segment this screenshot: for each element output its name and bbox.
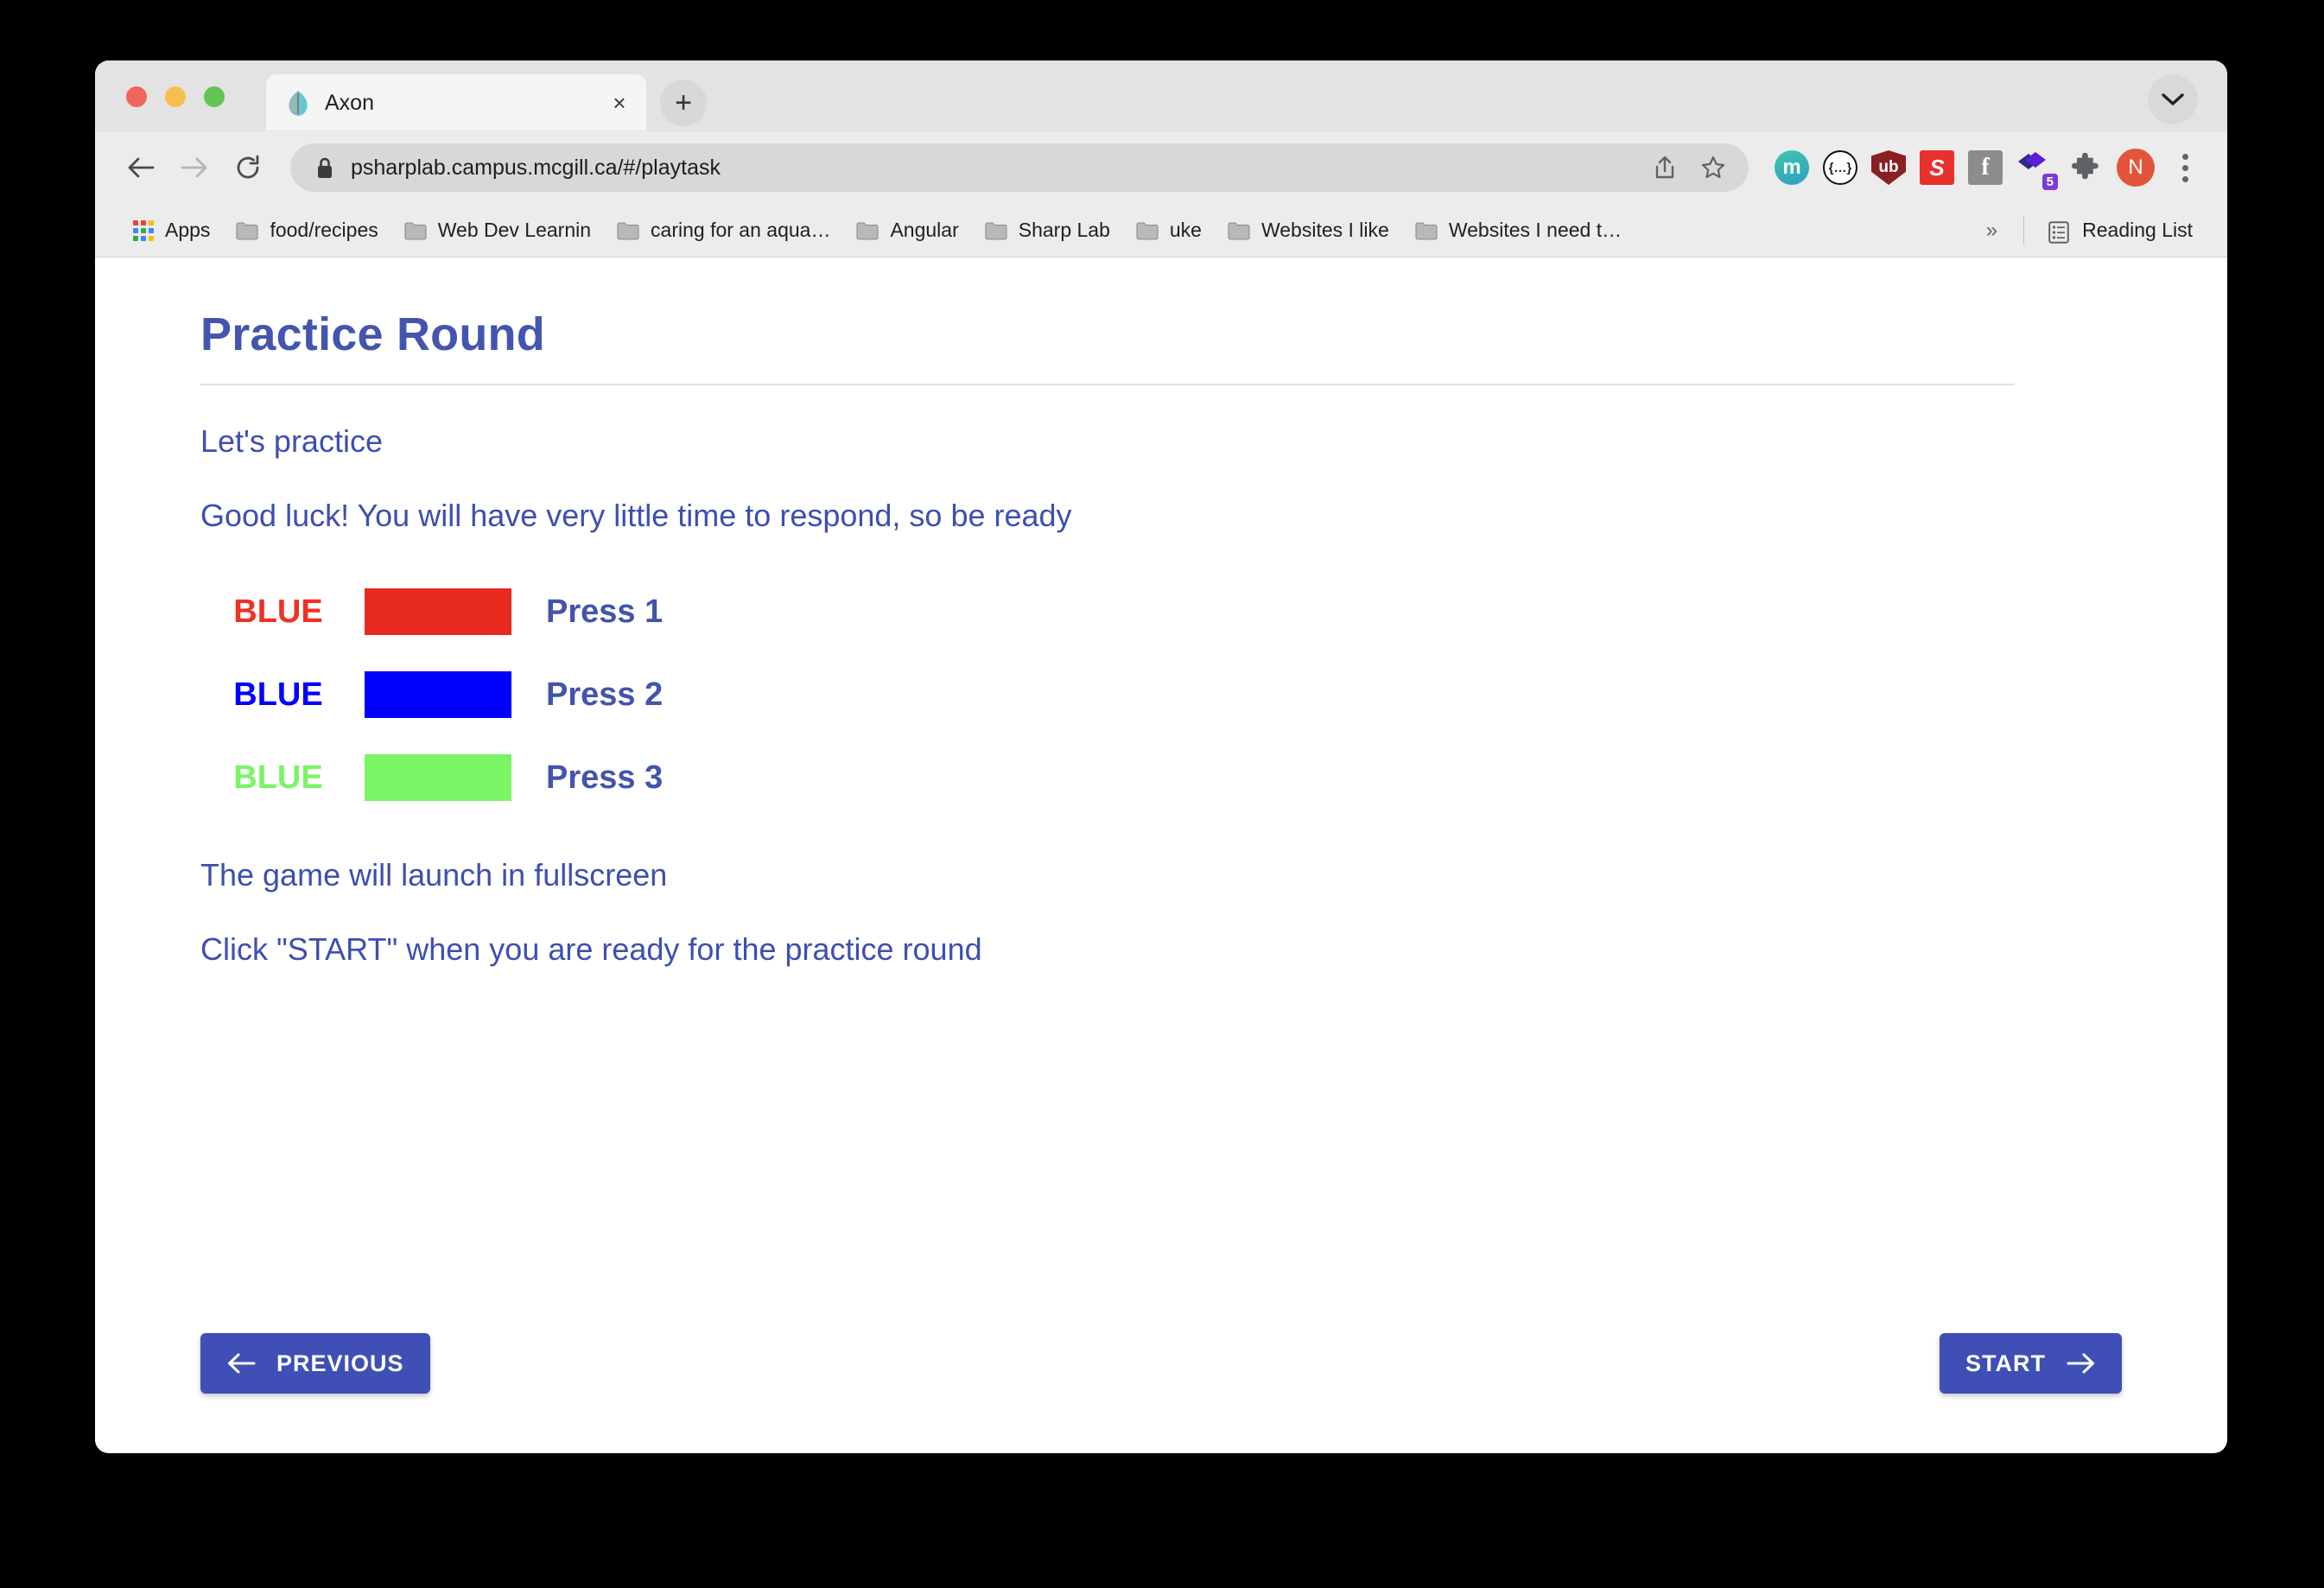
start-button-label: START (1965, 1350, 2046, 1376)
stimulus-color-swatch (365, 754, 511, 801)
arrow-left-icon (228, 1353, 256, 1374)
facebook-extension-icon[interactable]: f (1968, 150, 2003, 185)
folder-icon (985, 221, 1007, 240)
tab-search-chevron-down-icon[interactable] (2148, 74, 2198, 124)
bookmark-apps[interactable]: Apps (121, 213, 222, 247)
bookmark-label: Websites I need t… (1448, 219, 1622, 241)
tab-strip: Axon × + (95, 60, 2227, 131)
bookmark-caring-for-an-aquarium[interactable]: caring for an aqua… (605, 213, 842, 247)
stimulus-row: BLUE Press 3 (200, 736, 2015, 819)
minimize-window-button[interactable] (165, 86, 186, 107)
bookmarks-separator (2023, 215, 2025, 245)
omnibox-actions (1645, 148, 1733, 187)
previous-button[interactable]: PREVIOUS (200, 1333, 430, 1394)
share-icon[interactable] (1645, 148, 1685, 187)
fullscreen-note: The game will launch in fullscreen (200, 857, 668, 892)
stimulus-key-label: Press 2 (546, 676, 664, 713)
folder-icon (1136, 221, 1159, 240)
apps-grid-icon (133, 219, 154, 241)
diamond-extension-badge: 5 (2041, 174, 2058, 190)
stimulus-color-swatch (365, 588, 511, 635)
folder-icon (404, 221, 427, 240)
bookmark-angular[interactable]: Angular (844, 213, 970, 247)
page-content: Practice Round Let's practice Good luck!… (95, 257, 2227, 1452)
stimulus-color-swatch (365, 671, 511, 718)
stimulus-word: BLUE (233, 759, 323, 796)
intro-text: Let's practice (200, 423, 383, 459)
folder-icon (617, 221, 639, 240)
forward-button[interactable] (169, 143, 219, 193)
bookmarks-overflow-button[interactable]: » (1972, 219, 2011, 243)
reading-list-button[interactable]: Reading List (2036, 213, 2205, 247)
bookmark-label: Apps (165, 219, 211, 241)
stimulus-row: BLUE Press 1 (200, 570, 2015, 653)
bookmark-uke[interactable]: uke (1124, 213, 1214, 247)
bookmark-label: caring for an aqua… (651, 219, 831, 241)
stimulus-key-label: Press 3 (546, 759, 664, 796)
back-button[interactable] (116, 143, 166, 193)
bookmark-label: Angular (890, 219, 959, 241)
reload-button[interactable] (223, 143, 273, 193)
bookmark-label: Web Dev Learnin (437, 219, 592, 241)
tab-title: Axon (325, 90, 374, 115)
json-viewer-extension-icon[interactable]: {…} (1823, 150, 1857, 185)
bookmark-label: Sharp Lab (1018, 219, 1110, 241)
profile-avatar[interactable]: N (2117, 149, 2155, 187)
reading-list-icon (2048, 220, 2071, 244)
arrow-right-icon (2067, 1353, 2094, 1374)
address-bar[interactable]: psharplab.campus.mcgill.ca/#/playtask (290, 143, 1749, 192)
mendeley-extension-icon[interactable]: m (1775, 150, 1809, 185)
ublock-origin-extension-icon[interactable]: ub (1871, 150, 1906, 185)
diamond-extension-icon[interactable]: 5 (2016, 150, 2058, 190)
bookmark-food-recipes[interactable]: food/recipes (224, 213, 390, 247)
folder-icon (856, 221, 879, 240)
title-divider (200, 384, 2015, 385)
start-button[interactable]: START (1940, 1333, 2122, 1394)
stimulus-key-label: Press 1 (546, 593, 664, 630)
close-window-button[interactable] (126, 86, 147, 107)
browser-window: Axon × + psharplab.campus.mcgill.ca/#/pl… (95, 60, 2227, 1453)
previous-button-label: PREVIOUS (276, 1350, 404, 1376)
bookmark-web-dev-learnin[interactable]: Web Dev Learnin (392, 213, 603, 247)
bookmarks-bar: Apps food/recipes Web Dev Learnin caring… (95, 204, 2227, 257)
stimulus-legend: BLUE Press 1 BLUE Press 2 BLUE Press 3 (200, 570, 2015, 819)
start-note: Click "START" when you are ready for the… (200, 931, 982, 967)
warning-text: Good luck! You will have very little tim… (200, 498, 1072, 533)
bookmark-label: uke (1169, 219, 1202, 241)
maximize-window-button[interactable] (204, 86, 225, 107)
lock-icon (316, 156, 333, 179)
bookmark-websites-i-like[interactable]: Websites I like (1216, 213, 1401, 247)
browser-toolbar: psharplab.campus.mcgill.ca/#/playtask m … (95, 131, 2227, 204)
bookmark-sharp-lab[interactable]: Sharp Lab (973, 213, 1122, 247)
stimulus-row: BLUE Press 2 (200, 653, 2015, 736)
reading-list-label: Reading List (2082, 219, 2193, 241)
practice-round-panel: Practice Round Let's practice Good luck!… (200, 257, 2015, 968)
new-tab-button[interactable]: + (660, 79, 707, 126)
extensions-puzzle-icon[interactable] (2068, 150, 2103, 185)
folder-icon (1415, 221, 1438, 240)
navigation-footer: PREVIOUS START (200, 1333, 2122, 1394)
s-extension-icon[interactable]: S (1920, 150, 1954, 185)
browser-tab[interactable]: Axon × (266, 74, 646, 131)
bookmark-label: food/recipes (270, 219, 378, 241)
stimulus-word: BLUE (233, 593, 323, 630)
page-title: Practice Round (200, 308, 545, 360)
leaf-favicon-icon (287, 90, 309, 116)
stimulus-word: BLUE (233, 676, 323, 713)
url-text: psharplab.campus.mcgill.ca/#/playtask (351, 155, 721, 180)
browser-menu-button[interactable] (2165, 146, 2205, 189)
folder-icon (1228, 221, 1250, 240)
bookmark-websites-i-need-to[interactable]: Websites I need t… (1403, 213, 1634, 247)
window-controls (126, 86, 225, 107)
folder-icon (236, 221, 258, 240)
extensions-row: m {…} ub S f 5 N (1764, 149, 2155, 190)
bookmark-star-icon[interactable] (1693, 148, 1733, 187)
bookmark-label: Websites I like (1260, 219, 1389, 241)
close-tab-button[interactable]: × (606, 90, 632, 116)
